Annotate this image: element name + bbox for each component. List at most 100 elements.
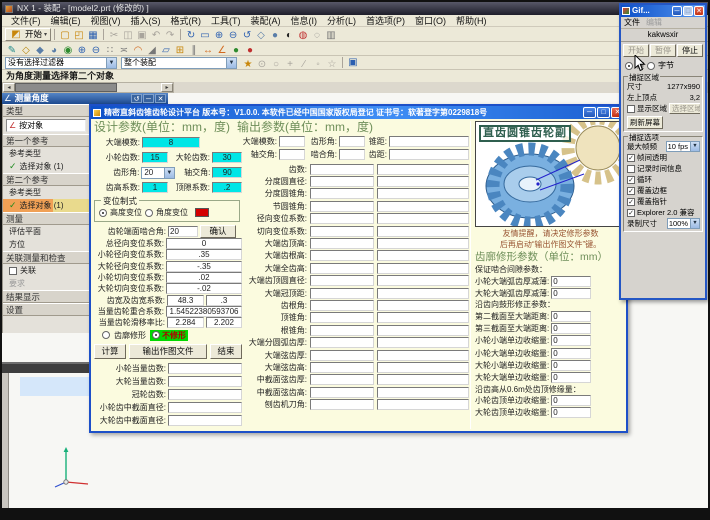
- coef-field[interactable]: .35: [166, 249, 242, 260]
- slip-ratio-field-1[interactable]: 2.284: [167, 317, 204, 328]
- out-pressure-angle-field[interactable]: [339, 136, 365, 147]
- output-gear-field[interactable]: [377, 226, 469, 237]
- output-gear-field[interactable]: [377, 164, 469, 175]
- gif-maximize-button[interactable]: □: [683, 6, 693, 16]
- open-folder-icon[interactable]: ◰: [72, 29, 86, 42]
- menu-item[interactable]: 分析(L): [322, 15, 361, 26]
- output-pinion-field[interactable]: [310, 188, 374, 199]
- output-gear-field[interactable]: [377, 263, 469, 274]
- clearance-coef-field[interactable]: .2: [212, 182, 242, 193]
- slip-ratio-field-2[interactable]: 2.202: [206, 317, 242, 328]
- dialog-maximize-button[interactable]: □: [597, 107, 610, 118]
- output-pinion-field[interactable]: [310, 300, 374, 311]
- output-gear-field[interactable]: [377, 312, 469, 323]
- profile-mod-radio[interactable]: [102, 331, 110, 339]
- frame-radio[interactable]: [625, 62, 633, 70]
- result-field[interactable]: [168, 415, 242, 426]
- facewidth-coef-field[interactable]: .3: [206, 295, 242, 306]
- menu-item[interactable]: 编辑(E): [46, 15, 86, 26]
- output-gear-field[interactable]: [377, 337, 469, 348]
- shaded-view-icon[interactable]: ●: [268, 29, 282, 42]
- coef-field[interactable]: 0: [166, 238, 242, 249]
- settings-header[interactable]: 设置: [3, 303, 89, 316]
- menu-item[interactable]: 视图(V): [86, 15, 126, 26]
- coef-field[interactable]: -.35: [166, 261, 242, 272]
- output-pinion-field[interactable]: [310, 350, 374, 361]
- association-header[interactable]: 关联测量和检查: [3, 251, 89, 264]
- byte-radio[interactable]: [647, 62, 655, 70]
- snap-point-icon[interactable]: ★: [241, 58, 255, 71]
- output-gear-field[interactable]: [377, 288, 469, 299]
- output-pinion-field[interactable]: [310, 176, 374, 187]
- select-area-button[interactable]: 选择区域: [669, 103, 700, 114]
- output-pinion-field[interactable]: [310, 374, 374, 385]
- panel-reset-button[interactable]: ↺: [131, 94, 142, 103]
- menu-item[interactable]: 首选项(P): [361, 15, 410, 26]
- facewidth-field[interactable]: 48.3: [167, 295, 204, 306]
- output-pinion-field[interactable]: [310, 238, 374, 249]
- output-pinion-field[interactable]: [310, 325, 374, 336]
- selection-scope-dropdown[interactable]: 整个装配 ▼: [121, 57, 237, 69]
- height-shift-radio[interactable]: [99, 209, 107, 217]
- angle-shift-radio[interactable]: [145, 209, 153, 217]
- mod-row-field[interactable]: 0: [551, 288, 591, 299]
- gear-teeth-field[interactable]: 30: [212, 152, 242, 163]
- pattern-icon[interactable]: ∷: [103, 44, 117, 57]
- hole-icon[interactable]: ◉: [61, 44, 75, 57]
- association-checkbox[interactable]: [9, 267, 17, 275]
- output-gear-field[interactable]: [377, 250, 469, 261]
- panel-close-button[interactable]: ✕: [155, 94, 166, 103]
- output-pinion-field[interactable]: [310, 213, 374, 224]
- output-pinion-field[interactable]: [310, 387, 374, 398]
- gif-close-button[interactable]: ✕: [694, 6, 704, 16]
- result-field[interactable]: [168, 402, 242, 413]
- gif-minimize-button[interactable]: ─: [672, 6, 682, 16]
- selection-filter-dropdown[interactable]: 没有选择过滤器 ▼: [5, 57, 117, 69]
- mod-row-field[interactable]: 0: [551, 323, 591, 334]
- menu-item[interactable]: 装配(A): [246, 15, 286, 26]
- unite-icon[interactable]: ⊕: [75, 44, 89, 57]
- output-gear-field[interactable]: [377, 300, 469, 311]
- center-snap-icon[interactable]: ○: [269, 58, 283, 71]
- evaluation-plane-label[interactable]: 评估平面: [3, 225, 89, 238]
- scrollbar-thumb[interactable]: [15, 83, 117, 92]
- option-checkbox[interactable]: [627, 176, 635, 184]
- mod-row-field[interactable]: 0: [551, 335, 591, 346]
- orient-view-icon[interactable]: ◇: [254, 29, 268, 42]
- revolve-icon[interactable]: ◕: [47, 44, 61, 57]
- gif-titlebar[interactable]: Gif... ─ □ ✕: [621, 5, 705, 17]
- output-plot-file-button[interactable]: 输出作图文件: [129, 344, 207, 359]
- show-hide-icon[interactable]: ◌: [310, 29, 324, 42]
- endpoint-snap-icon[interactable]: ⊙: [255, 58, 269, 71]
- edge-blend-icon[interactable]: ◠: [131, 44, 145, 57]
- paste-icon[interactable]: ▣: [135, 29, 149, 42]
- point-on-curve-snap-icon[interactable]: ∕: [297, 58, 311, 71]
- fps-dropdown[interactable]: 10 fps ▼: [666, 141, 700, 152]
- output-gear-field[interactable]: [377, 350, 469, 361]
- record-pause-button[interactable]: 暂停: [650, 44, 676, 57]
- cone-distance-field[interactable]: [389, 136, 469, 147]
- extrude-icon[interactable]: ◆: [33, 44, 47, 57]
- display-mode-icon[interactable]: ◐: [282, 29, 296, 42]
- output-gear-field[interactable]: [377, 387, 469, 398]
- pitch-field[interactable]: [389, 149, 469, 160]
- orientation-label[interactable]: 方位: [3, 238, 89, 251]
- start-menu-button[interactable]: ◩ 开始 ▾: [5, 28, 51, 41]
- second-reference-header[interactable]: 第二个参考: [3, 173, 89, 186]
- option-checkbox[interactable]: [627, 165, 635, 173]
- copy-icon[interactable]: ◫: [121, 29, 135, 42]
- pressure-angle-dropdown[interactable]: 20 ▼: [141, 167, 175, 179]
- horizontal-scrollbar[interactable]: ◂ ▸: [2, 82, 174, 93]
- dialog-titlebar[interactable]: 精密直斜齿锥齿轮设计平台 版本号：V1.0.0. 本软件已经中国国家版权局登记 …: [91, 106, 626, 119]
- datum-plane-icon[interactable]: ◇: [19, 44, 33, 57]
- output-gear-field[interactable]: [377, 201, 469, 212]
- menu-item[interactable]: 窗口(O): [410, 15, 451, 26]
- second-select-object[interactable]: ✓ 选择对象 (1): [3, 199, 89, 212]
- quadrant-snap-icon[interactable]: ☆: [325, 58, 339, 71]
- mod-row-field[interactable]: 0: [551, 276, 591, 287]
- datum-csys-icon[interactable]: ▣: [346, 56, 360, 69]
- output-pinion-field[interactable]: [310, 399, 374, 410]
- output-gear-field[interactable]: [377, 176, 469, 187]
- mod-row-field[interactable]: 0: [551, 372, 591, 383]
- gif-edit-menu[interactable]: 编辑: [646, 17, 662, 28]
